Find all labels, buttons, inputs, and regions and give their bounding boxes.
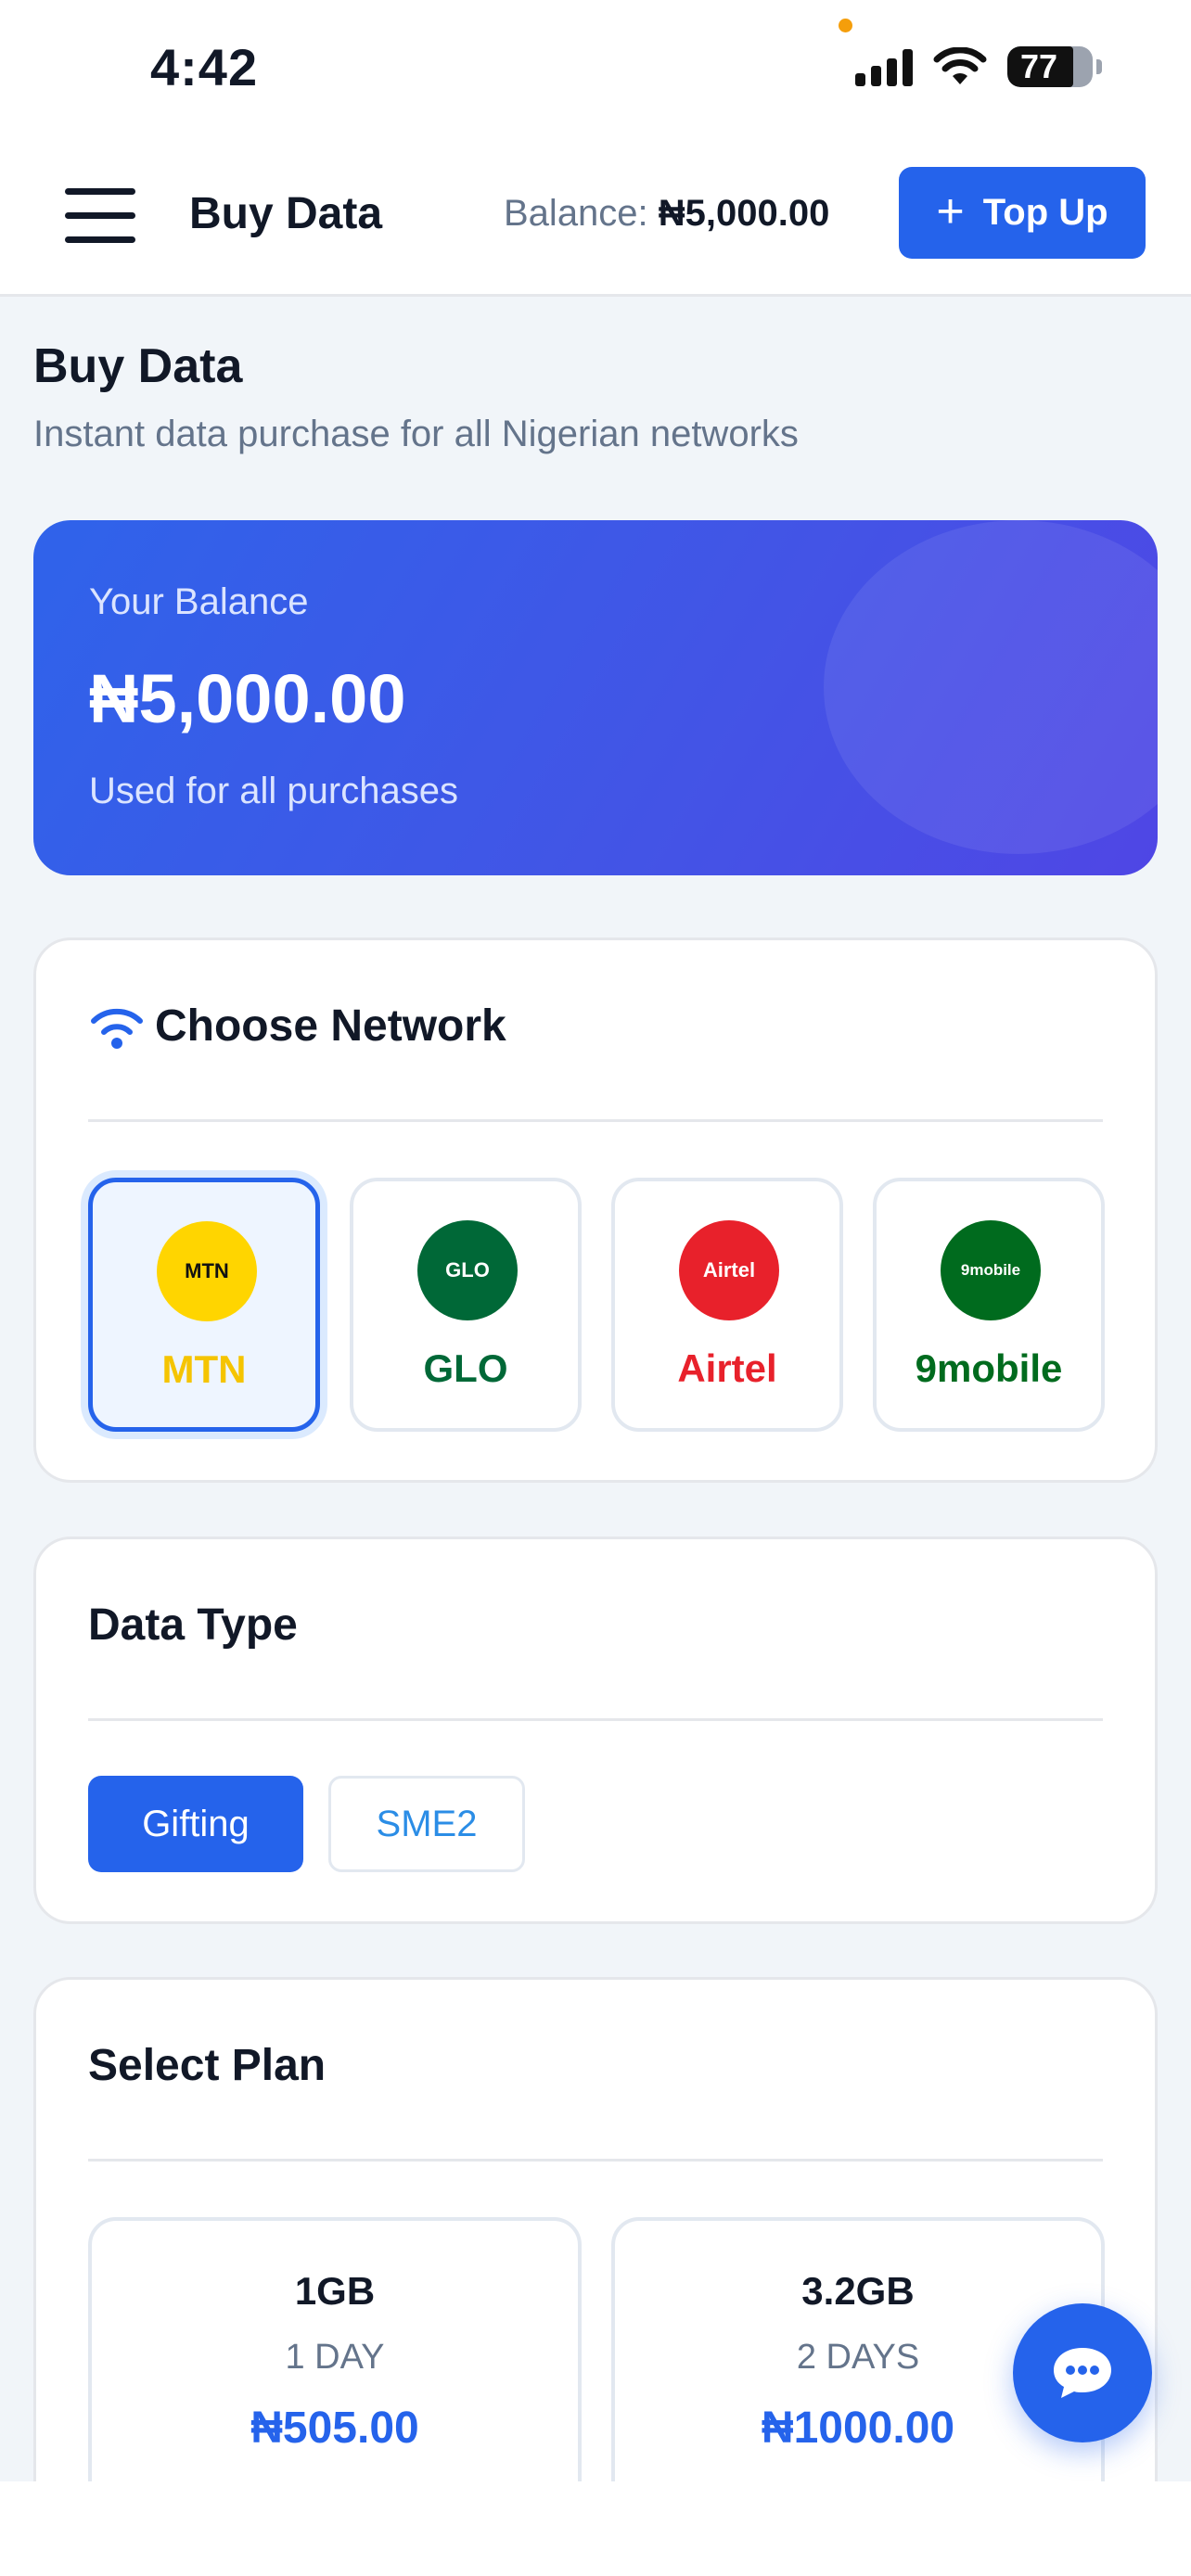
- data-type-sme2-button[interactable]: SME2: [328, 1776, 525, 1872]
- status-icons: 77: [855, 46, 1102, 87]
- divider: [88, 2159, 1103, 2162]
- plan-size: 1GB: [294, 2269, 376, 2313]
- network-name: MTN: [161, 1347, 247, 1391]
- hamburger-icon[interactable]: [65, 188, 135, 244]
- 9mobile-logo: 9mobile: [941, 1220, 1041, 1320]
- battery-icon: 77: [1007, 46, 1093, 87]
- wifi-icon: [91, 1008, 143, 1049]
- page-title: Buy Data: [33, 339, 243, 393]
- divider: [88, 1119, 1103, 1122]
- glo-logo: GLO: [417, 1220, 518, 1320]
- page-subtitle: Instant data purchase for all Nigerian n…: [33, 414, 799, 454]
- plus-icon: +: [936, 184, 965, 238]
- app-header: Buy Data Balance: ₦5,000.00 + Top Up: [0, 144, 1191, 297]
- divider: [88, 1718, 1103, 1721]
- data-type-card: Data Type Gifting SME2: [33, 1537, 1158, 1924]
- top-up-label: Top Up: [982, 192, 1108, 233]
- header-balance-label: Balance:: [504, 193, 648, 234]
- network-option-glo[interactable]: GLO GLO: [350, 1178, 582, 1432]
- bottom-safe-area: [0, 2481, 1191, 2576]
- network-name: Airtel: [677, 1346, 777, 1390]
- plan-size: 3.2GB: [801, 2269, 915, 2313]
- balance-label: Your Balance: [89, 581, 309, 622]
- top-up-button[interactable]: + Top Up: [899, 167, 1146, 259]
- plan-price: ₦505.00: [250, 2404, 419, 2453]
- data-type-title: Data Type: [88, 1600, 298, 1650]
- plan-duration: 1 DAY: [285, 2338, 385, 2377]
- status-bar: 4:42 77: [0, 0, 1191, 144]
- data-type-gifting-button[interactable]: Gifting: [88, 1776, 303, 1872]
- network-option-mtn[interactable]: MTN MTN: [88, 1178, 320, 1432]
- network-option-9mobile[interactable]: 9mobile 9mobile: [873, 1178, 1105, 1432]
- wifi-status-icon: [933, 47, 987, 84]
- cellular-signal-icon: [855, 47, 913, 86]
- privacy-indicator-dot: [839, 19, 852, 32]
- battery-level: 77: [1020, 47, 1058, 85]
- header-title: Buy Data: [189, 189, 383, 238]
- battery-tip: [1096, 59, 1102, 74]
- status-time: 4:42: [150, 38, 259, 96]
- mtn-logo: MTN: [157, 1221, 257, 1321]
- choose-network-card: Choose Network MTN MTN GLO GLO Airtel Ai…: [33, 937, 1158, 1483]
- chat-bubble-icon: [1054, 2348, 1111, 2398]
- balance-note: Used for all purchases: [89, 771, 458, 811]
- balance-card: Your Balance ₦5,000.00 Used for all purc…: [33, 520, 1158, 875]
- select-plan-title: Select Plan: [88, 2041, 327, 2090]
- chat-button[interactable]: [1013, 2303, 1152, 2442]
- header-balance: Balance: ₦5,000.00: [504, 193, 829, 235]
- choose-network-title: Choose Network: [155, 1001, 506, 1051]
- network-option-airtel[interactable]: Airtel Airtel: [611, 1178, 843, 1432]
- decorative-circle: [824, 520, 1158, 854]
- header-balance-value: ₦5,000.00: [658, 193, 830, 234]
- airtel-logo: Airtel: [679, 1220, 779, 1320]
- balance-amount: ₦5,000.00: [89, 660, 406, 737]
- network-name: GLO: [423, 1346, 508, 1390]
- network-name: 9mobile: [915, 1346, 1063, 1390]
